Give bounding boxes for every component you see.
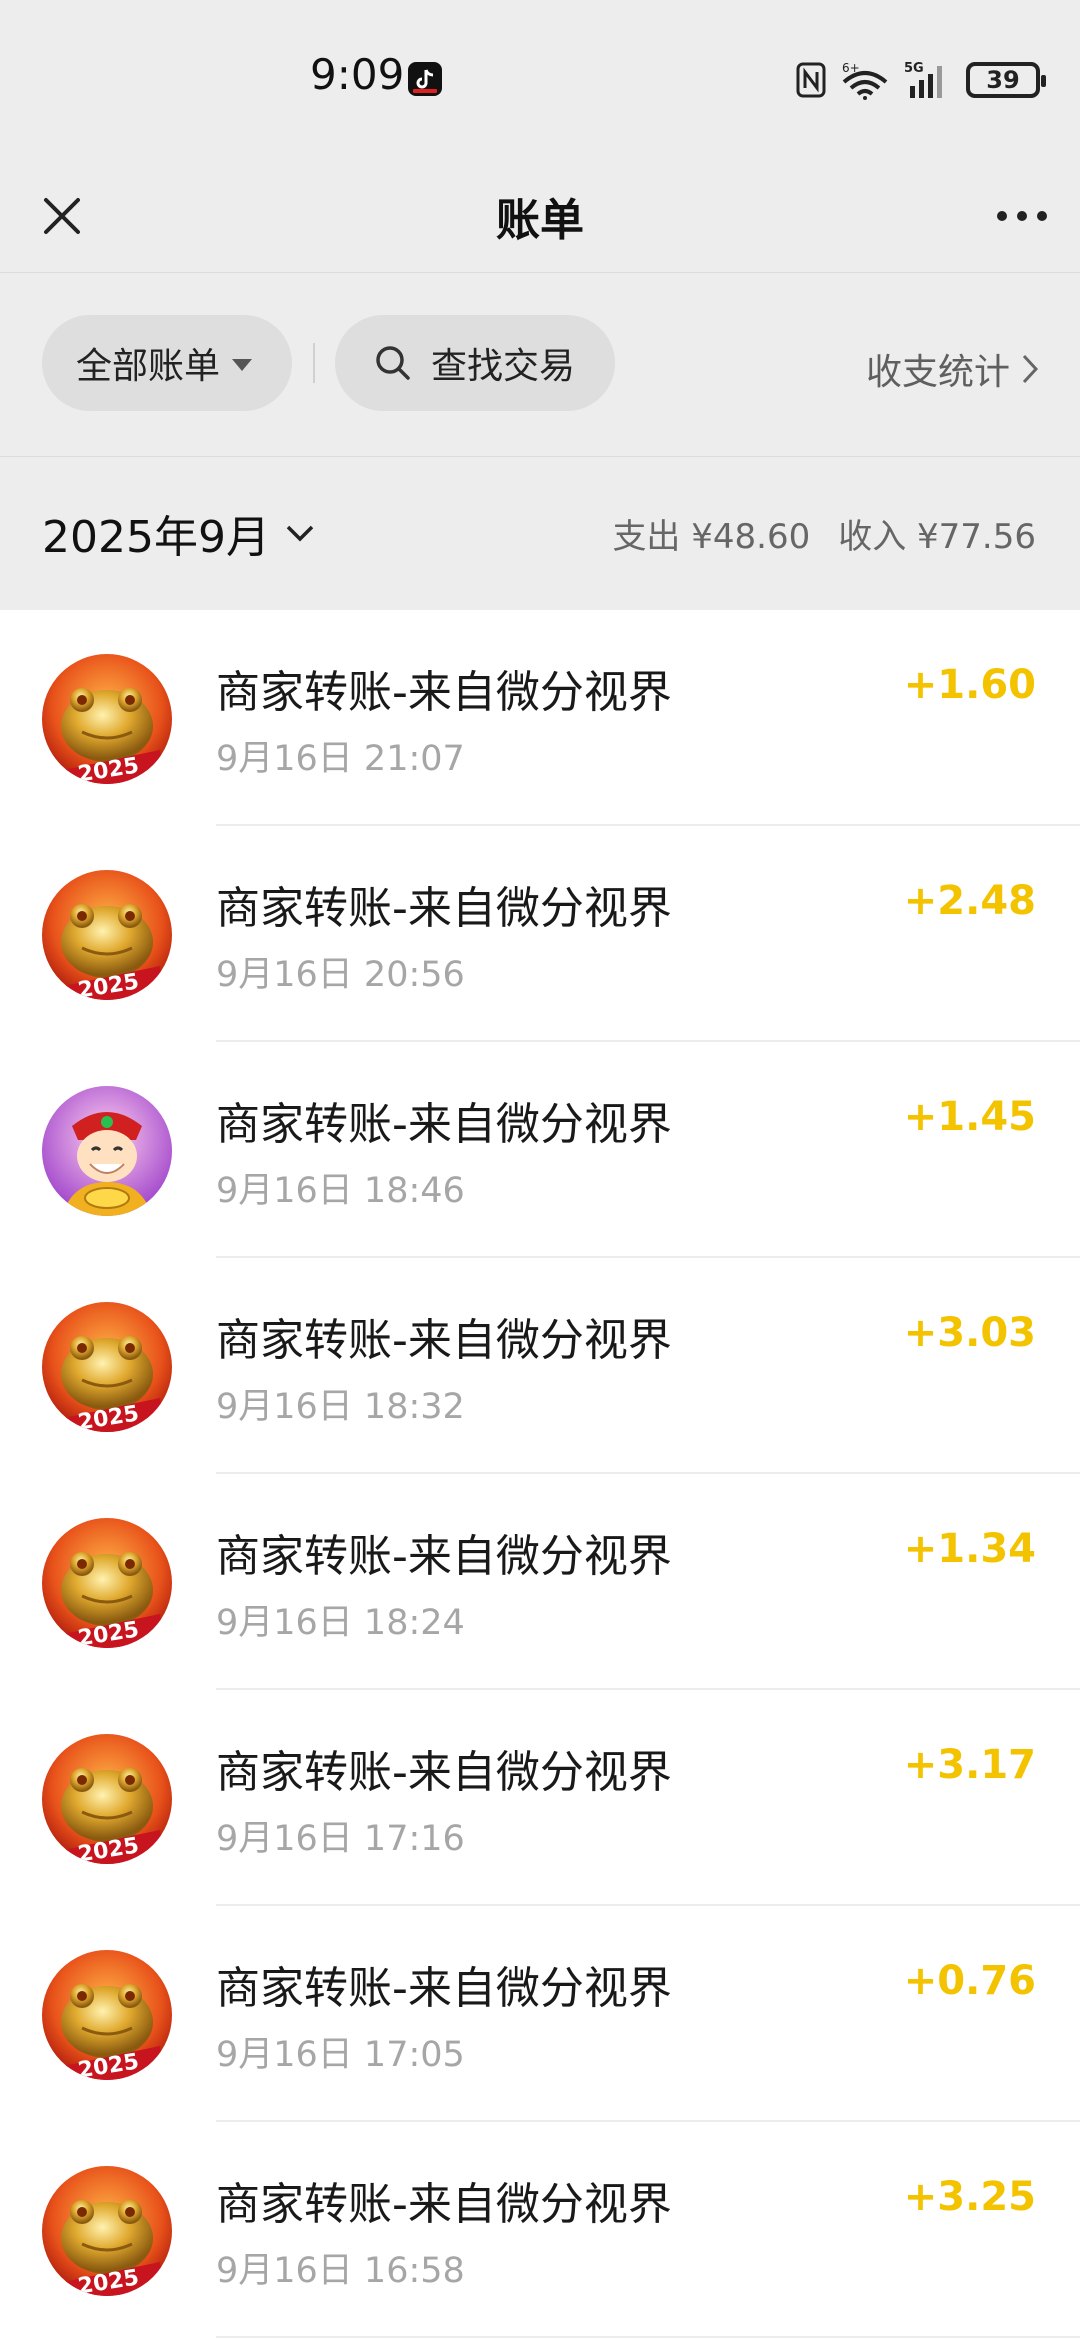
status-bar: 9:09 6+ 5G 39 <box>0 0 1080 160</box>
transaction-row[interactable]: 2025 商家转账-来自微分视界 9月16日 18:32 +3.03 <box>0 1258 1080 1474</box>
transaction-row[interactable]: 2025 商家转账-来自微分视界 9月16日 16:58 +3.25 <box>0 2122 1080 2338</box>
battery-indicator: 39 <box>966 62 1046 98</box>
more-dots-icon <box>997 211 1047 221</box>
income-expense-stats-link[interactable]: 收支统计 <box>866 343 1040 395</box>
golden-toad-avatar: 2025 <box>42 1302 172 1432</box>
search-icon <box>376 346 410 380</box>
caret-down-icon <box>232 359 253 371</box>
transaction-title: 商家转账-来自微分视界 <box>216 1747 672 1798</box>
transaction-title: 商家转账-来自微分视界 <box>216 2179 672 2230</box>
cellular-signal-icon: 5G <box>904 61 942 98</box>
month-expense: 支出 ¥48.60 <box>612 517 811 557</box>
transaction-amount: +2.48 <box>903 878 1036 924</box>
transaction-row[interactable]: 2025 商家转账-来自微分视界 9月16日 21:07 +1.60 <box>0 610 1080 826</box>
golden-toad-avatar: 2025 <box>42 654 172 784</box>
wifi-icon: 6+ <box>842 61 888 100</box>
battery-level: 39 <box>986 66 1020 94</box>
row-divider <box>216 2336 1080 2338</box>
chevron-down-icon <box>286 525 314 542</box>
transaction-title: 商家转账-来自微分视界 <box>216 1963 672 2014</box>
transaction-amount: +0.76 <box>903 1958 1036 2004</box>
transaction-amount: +3.25 <box>903 2174 1036 2220</box>
month-label: 2025年9月 <box>42 512 270 563</box>
golden-toad-avatar: 2025 <box>42 1734 172 1864</box>
golden-toad-avatar: 2025 <box>42 1950 172 2080</box>
transaction-time: 9月16日 17:16 <box>216 1819 465 1859</box>
transaction-row[interactable]: 2025 商家转账-来自微分视界 9月16日 17:16 +3.17 <box>0 1690 1080 1906</box>
transaction-amount: +3.03 <box>903 1310 1036 1356</box>
transaction-amount: +1.60 <box>903 662 1036 708</box>
transaction-list: 2025 商家转账-来自微分视界 9月16日 21:07 +1.60 2025 商家… <box>0 610 1080 2338</box>
transaction-title: 商家转账-来自微分视界 <box>216 1099 672 1150</box>
transaction-title: 商家转账-来自微分视界 <box>216 667 672 718</box>
chevron-right-icon <box>1022 354 1039 384</box>
stats-label: 收支统计 <box>865 352 1010 393</box>
god-of-wealth-avatar <box>42 1086 172 1216</box>
transaction-time: 9月16日 21:07 <box>216 739 465 779</box>
status-icons: 6+ 5G 39 <box>796 58 1046 102</box>
page-title: 账单 <box>496 195 584 246</box>
transaction-amount: +1.45 <box>903 1094 1036 1140</box>
month-selector[interactable]: 2025年9月 <box>42 501 316 565</box>
all-bills-dropdown[interactable]: 全部账单 <box>42 315 292 411</box>
transaction-row[interactable]: 2025 商家转账-来自微分视界 9月16日 18:24 +1.34 <box>0 1474 1080 1690</box>
network-type: 5G <box>904 61 924 76</box>
search-label: 查找交易 <box>431 346 576 387</box>
transaction-time: 9月16日 17:05 <box>216 2035 465 2075</box>
filter-bar: 全部账单 查找交易 收支统计 <box>0 272 1080 456</box>
month-summary: 支出 ¥48.60 收入 ¥77.56 <box>612 509 1036 558</box>
transaction-amount: +1.34 <box>903 1526 1036 1572</box>
tiktok-notification-icon <box>408 62 442 96</box>
transaction-time: 9月16日 20:56 <box>216 955 465 995</box>
filter-divider <box>313 343 315 383</box>
search-transactions-button[interactable]: 查找交易 <box>335 315 615 411</box>
transaction-time: 9月16日 16:58 <box>216 2251 465 2291</box>
golden-toad-avatar: 2025 <box>42 2166 172 2296</box>
transaction-title: 商家转账-来自微分视界 <box>216 883 672 934</box>
nav-bar: 账单 <box>0 160 1080 272</box>
golden-toad-avatar: 2025 <box>42 1518 172 1648</box>
transaction-title: 商家转账-来自微分视界 <box>216 1315 672 1366</box>
more-button[interactable] <box>988 182 1056 250</box>
transaction-row[interactable]: 2025 商家转账-来自微分视界 9月16日 17:05 +0.76 <box>0 1906 1080 2122</box>
transaction-title: 商家转账-来自微分视界 <box>216 1531 672 1582</box>
transaction-row[interactable]: 商家转账-来自微分视界 9月16日 18:46 +1.45 <box>0 1042 1080 1258</box>
nfc-icon <box>796 62 826 98</box>
golden-toad-avatar: 2025 <box>42 870 172 1000</box>
month-header: 2025年9月 支出 ¥48.60 收入 ¥77.56 <box>0 456 1080 610</box>
transaction-time: 9月16日 18:24 <box>216 1603 465 1643</box>
transaction-time: 9月16日 18:46 <box>216 1171 465 1211</box>
month-income: 收入 ¥77.56 <box>838 517 1036 557</box>
transaction-row[interactable]: 2025 商家转账-来自微分视界 9月16日 20:56 +2.48 <box>0 826 1080 1042</box>
transaction-amount: +3.17 <box>903 1742 1036 1788</box>
all-bills-label: 全部账单 <box>76 346 221 387</box>
transaction-time: 9月16日 18:32 <box>216 1387 465 1427</box>
status-time: 9:09 <box>310 50 405 99</box>
